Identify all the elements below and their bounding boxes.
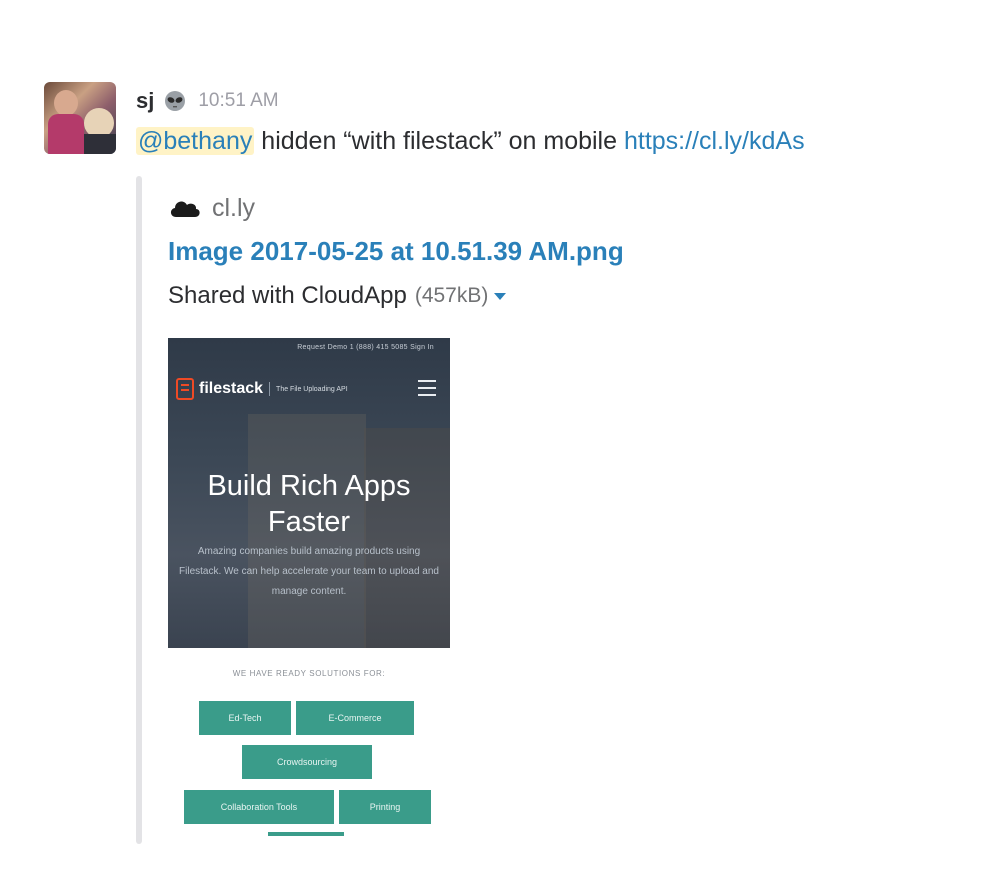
solution-chip: Crowdsourcing — [242, 745, 372, 779]
avatar-photo-part — [84, 134, 116, 154]
user-avatar[interactable] — [44, 82, 116, 154]
solution-chip: Collaboration Tools — [184, 790, 334, 824]
message-timestamp[interactable]: 10:51 AM — [198, 90, 278, 112]
solution-chip: Ed-Tech — [199, 701, 291, 735]
solutions-label: WE HAVE READY SOLUTIONS FOR: — [232, 669, 386, 678]
message-body: @bethany hidden “with filestack” on mobi… — [136, 124, 805, 158]
preview-top-links: Request Demo 1 (888) 415 5085 Sign In — [297, 344, 434, 351]
attachment-service: cl.ly — [168, 192, 255, 224]
attachment-meta: Shared with CloudApp (457kB) — [168, 282, 507, 310]
solution-chip: Printing — [339, 790, 431, 824]
chevron-down-icon[interactable] — [494, 292, 507, 300]
message-header: sj 10:51 AM — [136, 86, 279, 116]
user-mention[interactable]: @bethany — [136, 127, 255, 155]
attachment-bar — [136, 176, 142, 844]
message-text: hidden “with filestack” on mobile — [254, 127, 624, 155]
solution-chip-partial — [268, 832, 344, 836]
solution-chip: E-Commerce — [296, 701, 414, 735]
preview-hero-title: Build Rich Apps Faster — [168, 468, 450, 540]
avatar-photo-part — [54, 90, 78, 116]
shared-with-text: Shared with CloudApp — [168, 282, 407, 309]
preview-hero: Request Demo 1 (888) 415 5085 Sign In fi… — [168, 338, 450, 648]
avatar-photo-part — [48, 114, 84, 154]
preview-brand-name: filestack — [199, 380, 264, 397]
hero-title-line: Build Rich Apps — [207, 470, 411, 502]
service-name[interactable]: cl.ly — [212, 194, 255, 223]
filestack-logo-icon — [176, 378, 194, 400]
attachment-title-link[interactable]: Image 2017-05-25 at 10.51.39 AM.png — [168, 236, 624, 267]
brand-divider — [269, 382, 271, 396]
preview-brand: filestack The File Uploading API — [176, 378, 348, 400]
author-name[interactable]: sj — [136, 88, 154, 114]
cloud-icon — [168, 197, 202, 219]
image-preview[interactable]: Request Demo 1 (888) 415 5085 Sign In fi… — [168, 338, 450, 836]
alien-icon[interactable] — [164, 90, 186, 112]
preview-hero-subtitle: Amazing companies build amazing products… — [179, 546, 439, 597]
hero-title-line: Faster — [267, 506, 351, 538]
preview-tagline: The File Uploading API — [276, 385, 348, 393]
file-size: (457kB) — [414, 284, 489, 307]
hamburger-menu-icon — [418, 380, 436, 401]
message-link[interactable]: https://cl.ly/kdAs — [624, 127, 805, 155]
